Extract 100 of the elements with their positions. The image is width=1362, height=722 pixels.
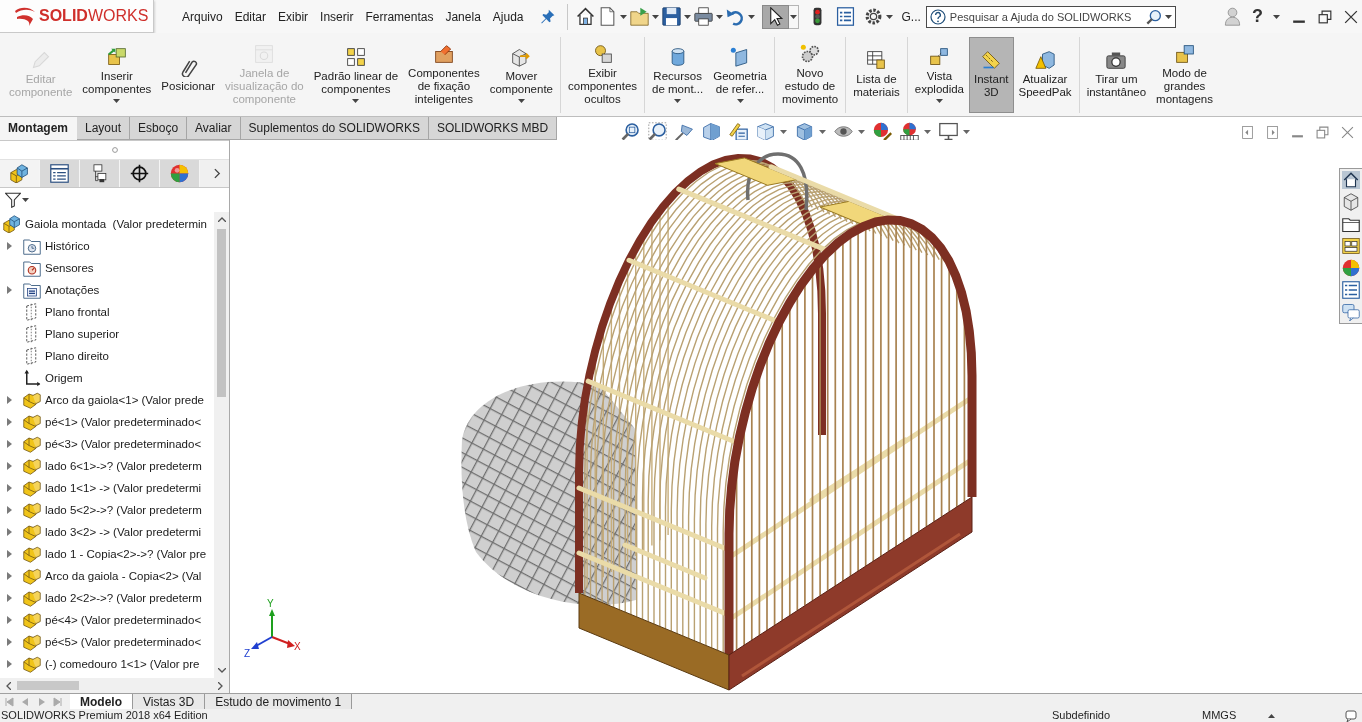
expand-arrow-icon[interactable] — [6, 506, 12, 514]
ribbon-button[interactable]: Instant 3D — [969, 36, 1014, 113]
ribbon-button[interactable]: Exibir componentes ocultos — [563, 36, 643, 113]
panel-tab[interactable] — [120, 160, 160, 187]
tree-item[interactable]: pé<4> (Valor predeterminado< — [45, 614, 202, 626]
tree-item[interactable]: (-) comedouro 1<1> (Valor pre — [45, 658, 200, 670]
tree-item[interactable]: lado 5<2>->? (Valor predeterm — [45, 504, 202, 516]
command-tab[interactable]: Avaliar — [187, 117, 241, 140]
ribbon-button[interactable]: Padrão linear de componentes — [308, 36, 404, 113]
toolbar-overflow-button[interactable]: G... — [901, 9, 921, 24]
cube-view-icon[interactable] — [756, 122, 775, 141]
caret-icon[interactable] — [22, 198, 29, 202]
panel-layout-icon[interactable] — [1342, 237, 1360, 255]
undo-icon[interactable] — [725, 7, 745, 26]
sheet-tab[interactable]: Vistas 3D — [133, 694, 206, 709]
chevron-right-icon[interactable] — [214, 168, 221, 179]
tree-item[interactable]: Origem — [45, 372, 83, 384]
flag-icon[interactable] — [675, 122, 694, 141]
tree-item[interactable]: Arco da gaiola - Copia<2> (Val — [45, 570, 202, 582]
chat-bubbles-icon[interactable] — [1342, 303, 1360, 321]
ribbon-button[interactable]: Recursos de mont... — [647, 36, 709, 113]
tree-item[interactable]: pé<5> (Valor predeterminado< — [45, 636, 202, 648]
ribbon-button[interactable]: Geometria de refer... — [708, 36, 772, 113]
tree-item[interactable]: Arco da gaiola<1> (Valor prede — [45, 394, 204, 406]
ribbon-button[interactable]: Modo de grandes montagens — [1151, 36, 1218, 113]
expand-arrow-icon[interactable] — [6, 286, 12, 294]
filter-icon[interactable] — [5, 192, 21, 208]
expand-arrow-icon[interactable] — [6, 528, 12, 536]
sheet-tab[interactable]: Modelo — [70, 694, 133, 709]
caret-up-icon[interactable] — [1268, 713, 1275, 718]
tree-item[interactable]: lado 1<1> -> (Valor predetermi — [45, 482, 202, 494]
ribbon-button[interactable]: Tirar um instantâneo — [1081, 36, 1152, 113]
expand-arrow-icon[interactable] — [6, 418, 12, 426]
scroll-left-icon[interactable] — [6, 681, 11, 690]
ribbon-button[interactable]: Componentes de fixação inteligentes — [403, 36, 485, 113]
scrollbar-thumb[interactable] — [217, 229, 226, 397]
ribbon-button[interactable]: Atualizar SpeedPak — [1013, 36, 1077, 113]
menu-item[interactable]: Arquivo — [182, 9, 223, 24]
menu-item[interactable]: Exibir — [278, 9, 309, 24]
ribbon-button[interactable]: Lista de materiais — [848, 36, 905, 113]
ribbon-button[interactable]: Mover componente — [484, 36, 558, 113]
speech-bubble-icon[interactable] — [1345, 709, 1357, 722]
select-button[interactable] — [761, 4, 789, 29]
search-field[interactable]: Pesquisar a Ajuda do SOLIDWORKS — [925, 5, 1176, 28]
color-sphere-icon[interactable] — [1342, 259, 1360, 277]
search-icon[interactable] — [1145, 8, 1162, 25]
menu-item[interactable]: Ferramentas — [365, 9, 434, 24]
pin-icon[interactable] — [539, 9, 555, 24]
menu-item[interactable]: Inserir — [320, 9, 354, 24]
close-icon[interactable] — [1344, 9, 1358, 24]
ribbon-button[interactable]: Vista explodida — [909, 36, 969, 113]
expand-arrow-icon[interactable] — [6, 440, 12, 448]
caret-icon[interactable] — [683, 14, 691, 19]
caret-icon[interactable] — [924, 129, 931, 134]
home-icon[interactable] — [575, 7, 595, 26]
expand-arrow-icon[interactable] — [6, 396, 12, 404]
caret-icon[interactable] — [747, 14, 755, 19]
save-icon[interactable] — [661, 7, 681, 26]
tree-item[interactable]: Histórico — [45, 240, 90, 252]
caret-icon[interactable] — [963, 129, 970, 134]
command-tab[interactable]: Layout — [77, 117, 131, 140]
list-icon[interactable] — [835, 7, 855, 26]
tree-item[interactable]: Plano frontal — [45, 306, 110, 318]
expand-arrow-icon[interactable] — [6, 594, 12, 602]
list-icon[interactable] — [1342, 281, 1360, 299]
tree-item[interactable]: Plano superior — [45, 328, 120, 340]
expand-arrow-icon[interactable] — [6, 484, 12, 492]
tree-item[interactable]: Sensores — [45, 262, 94, 274]
caret-icon[interactable] — [858, 129, 865, 134]
menu-item[interactable]: Editar — [234, 9, 267, 24]
expand-arrow-icon[interactable] — [6, 550, 12, 558]
caret-icon[interactable] — [780, 129, 787, 134]
monitor-icon[interactable] — [939, 122, 958, 141]
vertical-scrollbar[interactable] — [214, 212, 229, 678]
caret-icon[interactable] — [1273, 14, 1280, 19]
folder-icon[interactable] — [1342, 215, 1360, 233]
restore-icon[interactable] — [1318, 9, 1332, 24]
sheet-tab[interactable]: Estudo de movimento 1 — [205, 694, 353, 709]
panel-tab[interactable] — [80, 160, 120, 187]
ribbon-button[interactable]: Posicionar — [156, 36, 221, 113]
expand-arrow-icon[interactable] — [6, 462, 12, 470]
sphere-floor-icon[interactable] — [900, 122, 919, 141]
caret-icon[interactable] — [819, 129, 826, 134]
shaded-cube-icon[interactable] — [795, 122, 814, 141]
expand-arrow-icon[interactable] — [6, 616, 12, 624]
expand-arrow-icon[interactable] — [6, 638, 12, 646]
caret-icon[interactable] — [619, 14, 627, 19]
tree-item[interactable]: Anotações — [45, 284, 100, 296]
caret-icon[interactable] — [651, 14, 659, 19]
horizontal-scrollbar[interactable] — [0, 678, 229, 693]
caret-icon[interactable] — [885, 14, 893, 19]
print-icon[interactable] — [693, 7, 713, 26]
expand-arrow-icon[interactable] — [6, 660, 12, 668]
tree-item[interactable]: pé<3> (Valor predeterminado< — [45, 438, 202, 450]
scroll-right-icon[interactable] — [218, 681, 223, 690]
expand-arrow-icon[interactable] — [6, 242, 12, 250]
tree-item[interactable]: lado 3<2> -> (Valor predetermi — [45, 526, 202, 538]
pencil-note-icon[interactable] — [729, 122, 748, 141]
caret-icon[interactable] — [1164, 14, 1172, 19]
scrollbar-thumb[interactable] — [17, 681, 79, 690]
